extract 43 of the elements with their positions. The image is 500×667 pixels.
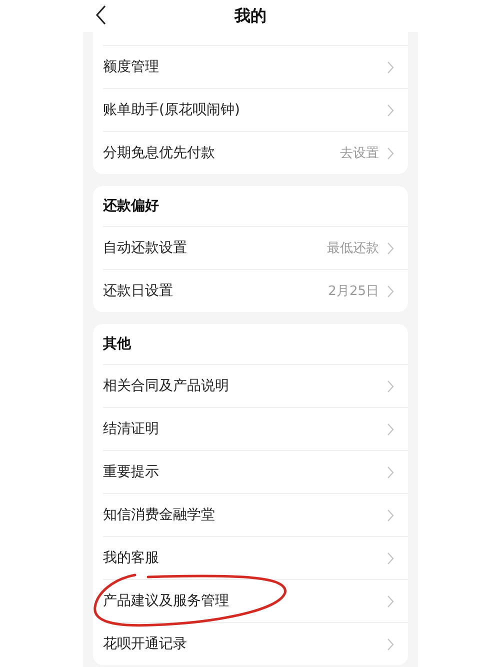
settings-row[interactable]: 我的客服 — [103, 537, 408, 580]
settings-row[interactable]: 自动还款设置 最低还款 — [103, 227, 408, 270]
chevron-icon — [387, 594, 394, 608]
chevron-icon — [387, 242, 394, 254]
settings-row[interactable]: 产品建议及服务管理 — [103, 580, 408, 623]
row-label: 自动还款设置 — [103, 239, 188, 257]
row-label: 结清证明 — [103, 420, 160, 438]
chevron-icon — [387, 466, 394, 478]
row-label: 账单助手(原花呗闹钟) — [103, 101, 241, 119]
page-title: 我的 — [234, 6, 266, 26]
settings-row[interactable]: 额度管理 — [103, 46, 408, 89]
settings-row[interactable]: 相关合同及产品说明 — [103, 365, 408, 408]
chevron-icon — [387, 60, 394, 74]
settings-row[interactable]: 知信消费金融学堂 — [103, 494, 408, 537]
settings-row[interactable]: 重要提示 — [103, 451, 408, 494]
chevron-icon — [387, 552, 394, 564]
settings-row[interactable]: 花呗开通记录 — [103, 623, 408, 665]
row-value: 去设置 — [340, 145, 379, 162]
settings-row[interactable]: 结清证明 — [103, 408, 408, 451]
chevron-icon — [387, 284, 394, 298]
row-label: 重要提示 — [103, 463, 160, 481]
chevron-icon — [387, 422, 394, 436]
chevron-icon — [387, 508, 394, 522]
row-label: 相关合同及产品说明 — [103, 377, 230, 395]
row-label: 还款日设置 — [103, 282, 174, 300]
row-label: 知信消费金融学堂 — [103, 506, 216, 524]
section-title: 其他 — [103, 335, 131, 353]
chevron-icon — [387, 104, 394, 116]
section-title: 还款偏好 — [103, 197, 159, 215]
row-label: 我的客服 — [103, 549, 160, 567]
row-label: 额度管理 — [103, 58, 160, 76]
chevron-icon — [387, 638, 394, 650]
row-label: 产品建议及服务管理 — [103, 592, 230, 610]
row-label: 分期免息优先付款 — [103, 144, 216, 162]
row-value: 最低还款 — [327, 240, 379, 257]
chevron-icon — [387, 146, 394, 160]
chevron-icon — [387, 380, 394, 392]
back-icon[interactable] — [95, 5, 107, 25]
row-label: 花呗开通记录 — [103, 635, 188, 653]
settings-row[interactable]: 还款日设置 2月25日 — [103, 270, 408, 312]
settings-row[interactable]: 分期免息优先付款 去设置 — [103, 132, 408, 174]
row-value: 2月25日 — [328, 283, 379, 300]
settings-row[interactable]: 账单助手(原花呗闹钟) — [103, 89, 408, 132]
